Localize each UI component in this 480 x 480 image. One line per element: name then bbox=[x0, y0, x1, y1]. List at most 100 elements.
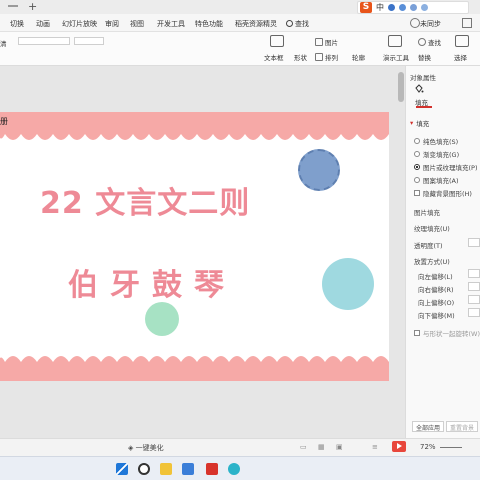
text-box-button[interactable]: 文本框 bbox=[264, 52, 284, 62]
menu-search[interactable]: 查找 bbox=[286, 19, 309, 29]
ribbon-clear-label[interactable]: 清 bbox=[0, 38, 7, 48]
green-circle-decoration[interactable] bbox=[145, 302, 179, 336]
menu-slideshow[interactable]: 幻灯片放映 bbox=[62, 19, 97, 29]
taskbar-search-icon[interactable] bbox=[138, 463, 150, 475]
slideshow-tool-button[interactable]: 演示工具 bbox=[383, 52, 409, 62]
rotate-with-shape-checkbox[interactable]: 与形状一起旋转(W) bbox=[414, 328, 480, 338]
offset-down-input[interactable] bbox=[468, 308, 480, 317]
play-slideshow-button[interactable] bbox=[392, 441, 406, 452]
fill-bucket-icon[interactable] bbox=[414, 84, 424, 94]
view-reading-icon[interactable]: ▣ bbox=[336, 443, 343, 451]
cyan-circle-decoration[interactable] bbox=[322, 258, 374, 310]
reset-background-button[interactable]: 重置背景 bbox=[446, 421, 479, 432]
checkbox-icon[interactable] bbox=[414, 330, 420, 336]
slide-corner-text: 册 bbox=[0, 117, 8, 126]
windows-start-icon[interactable] bbox=[116, 463, 128, 475]
sync-icon[interactable] bbox=[410, 18, 420, 28]
ime-language[interactable]: 中 bbox=[376, 2, 384, 13]
view-sorter-icon[interactable]: ▦ bbox=[318, 443, 325, 451]
radio-icon[interactable] bbox=[414, 177, 420, 183]
notes-icon[interactable]: ≡ bbox=[372, 443, 378, 451]
top-scallop bbox=[0, 132, 389, 140]
radio-selected-icon[interactable] bbox=[414, 164, 420, 170]
file-explorer-icon[interactable] bbox=[160, 463, 172, 475]
checkbox-icon[interactable] bbox=[414, 190, 420, 196]
taskbar-app-icon[interactable] bbox=[182, 463, 194, 475]
browser-icon[interactable] bbox=[228, 463, 240, 475]
windows-taskbar bbox=[0, 456, 480, 480]
offset-up-label: 向上偏移(O) bbox=[418, 299, 455, 307]
radio-icon[interactable] bbox=[414, 138, 420, 144]
vertical-scrollbar[interactable] bbox=[398, 72, 404, 102]
ribbon-toolbar: 清 文本框 形状 图片 排列 轮廓 演示工具 查找 替换 选择 bbox=[0, 32, 480, 66]
outline-button[interactable]: 轮廓 bbox=[352, 52, 365, 62]
fill-section-header[interactable]: ▾ 填充 bbox=[410, 118, 429, 128]
offset-right-input[interactable] bbox=[468, 282, 480, 291]
sogou-logo-icon[interactable]: S bbox=[360, 2, 372, 13]
replace-button[interactable]: 替换 bbox=[418, 52, 431, 62]
object-properties-panel: 对象属性 填充 ▾ 填充 纯色填充(S) 渐变填充(G) 图片或纹理填充(P) 图… bbox=[405, 66, 480, 438]
offset-left-input[interactable] bbox=[468, 269, 480, 278]
fill-option-picture[interactable]: 图片或纹理填充(P) bbox=[414, 162, 478, 172]
font-size-box[interactable] bbox=[74, 37, 104, 45]
select-button[interactable]: 选择 bbox=[454, 52, 467, 62]
apply-all-button[interactable]: 全部应用 bbox=[412, 421, 445, 432]
find-button[interactable]: 查找 bbox=[418, 37, 441, 47]
wps-presentation-icon[interactable] bbox=[206, 463, 218, 475]
offset-left-label: 向左偏移(L) bbox=[418, 273, 453, 281]
title-bar: + S 中 bbox=[0, 0, 480, 14]
tab-active-indicator bbox=[416, 106, 432, 108]
arrange-button[interactable]: 排列 bbox=[315, 52, 338, 62]
menu-review[interactable]: 审阅 bbox=[105, 19, 119, 29]
ime-keyboard-icon[interactable] bbox=[410, 4, 417, 11]
menu-animation[interactable]: 动画 bbox=[36, 19, 50, 29]
ime-toolbar[interactable]: S 中 bbox=[357, 1, 469, 14]
fill-option-gradient[interactable]: 渐变填充(G) bbox=[414, 149, 459, 159]
offset-right-label: 向右偏移(R) bbox=[418, 286, 454, 294]
top-band bbox=[0, 112, 389, 134]
bottom-band bbox=[0, 362, 389, 381]
arrange-icon bbox=[315, 53, 323, 61]
new-slide-icon[interactable] bbox=[270, 35, 284, 47]
offset-down-label: 向下偏移(M) bbox=[418, 312, 455, 320]
fill-option-solid[interactable]: 纯色填充(S) bbox=[414, 136, 458, 146]
menu-features[interactable]: 特色功能 bbox=[195, 19, 223, 29]
panel-header: 对象属性 bbox=[410, 74, 436, 82]
select-icon[interactable] bbox=[455, 35, 469, 47]
picture-button[interactable]: 图片 bbox=[315, 37, 338, 47]
beautify-button[interactable]: ◈ 一键美化 bbox=[128, 443, 164, 453]
shape-button[interactable]: 形状 bbox=[294, 52, 307, 62]
new-tab-button[interactable]: + bbox=[28, 0, 37, 13]
status-bar: ◈ 一键美化 ▭ ▦ ▣ ≡ 72% bbox=[0, 438, 480, 456]
blue-circle-decoration[interactable] bbox=[298, 149, 340, 191]
slide-canvas[interactable]: 册 22 文言文二则 伯牙鼓琴 bbox=[0, 112, 389, 381]
slide-subtitle[interactable]: 伯牙鼓琴 bbox=[68, 260, 236, 304]
ime-mic-icon[interactable] bbox=[399, 4, 406, 11]
sync-status[interactable]: 未同步 bbox=[420, 19, 441, 29]
ime-dot-icon[interactable] bbox=[388, 4, 395, 11]
menu-lines-icon[interactable] bbox=[8, 5, 18, 7]
radio-icon[interactable] bbox=[414, 151, 420, 157]
slideshow-tool-icon[interactable] bbox=[388, 35, 402, 47]
placement-label: 放置方式(U) bbox=[414, 258, 450, 266]
share-icon[interactable] bbox=[462, 18, 472, 28]
menu-transition[interactable]: 切换 bbox=[10, 19, 24, 29]
slide-title[interactable]: 22 文言文二则 bbox=[40, 178, 340, 222]
menu-developer[interactable]: 开发工具 bbox=[157, 19, 185, 29]
menu-view[interactable]: 视图 bbox=[130, 19, 144, 29]
find-icon bbox=[418, 38, 426, 46]
view-normal-icon[interactable]: ▭ bbox=[300, 443, 307, 451]
offset-up-input[interactable] bbox=[468, 295, 480, 304]
zoom-level[interactable]: 72% bbox=[420, 443, 436, 451]
search-icon bbox=[286, 20, 293, 27]
zoom-slider[interactable] bbox=[440, 447, 462, 448]
texture-fill-label[interactable]: 纹理填充(U) bbox=[414, 223, 450, 233]
transparency-label: 透明度(T) bbox=[414, 242, 443, 250]
menu-docer[interactable]: 稻壳资源精灵 bbox=[235, 19, 277, 29]
fill-option-pattern[interactable]: 图案填充(A) bbox=[414, 175, 459, 185]
format-icons-row bbox=[18, 51, 106, 59]
ime-skin-icon[interactable] bbox=[421, 4, 428, 11]
font-name-box[interactable] bbox=[18, 37, 70, 45]
hide-background-checkbox[interactable]: 隐藏背景图形(H) bbox=[414, 188, 472, 198]
transparency-input[interactable] bbox=[468, 238, 480, 247]
